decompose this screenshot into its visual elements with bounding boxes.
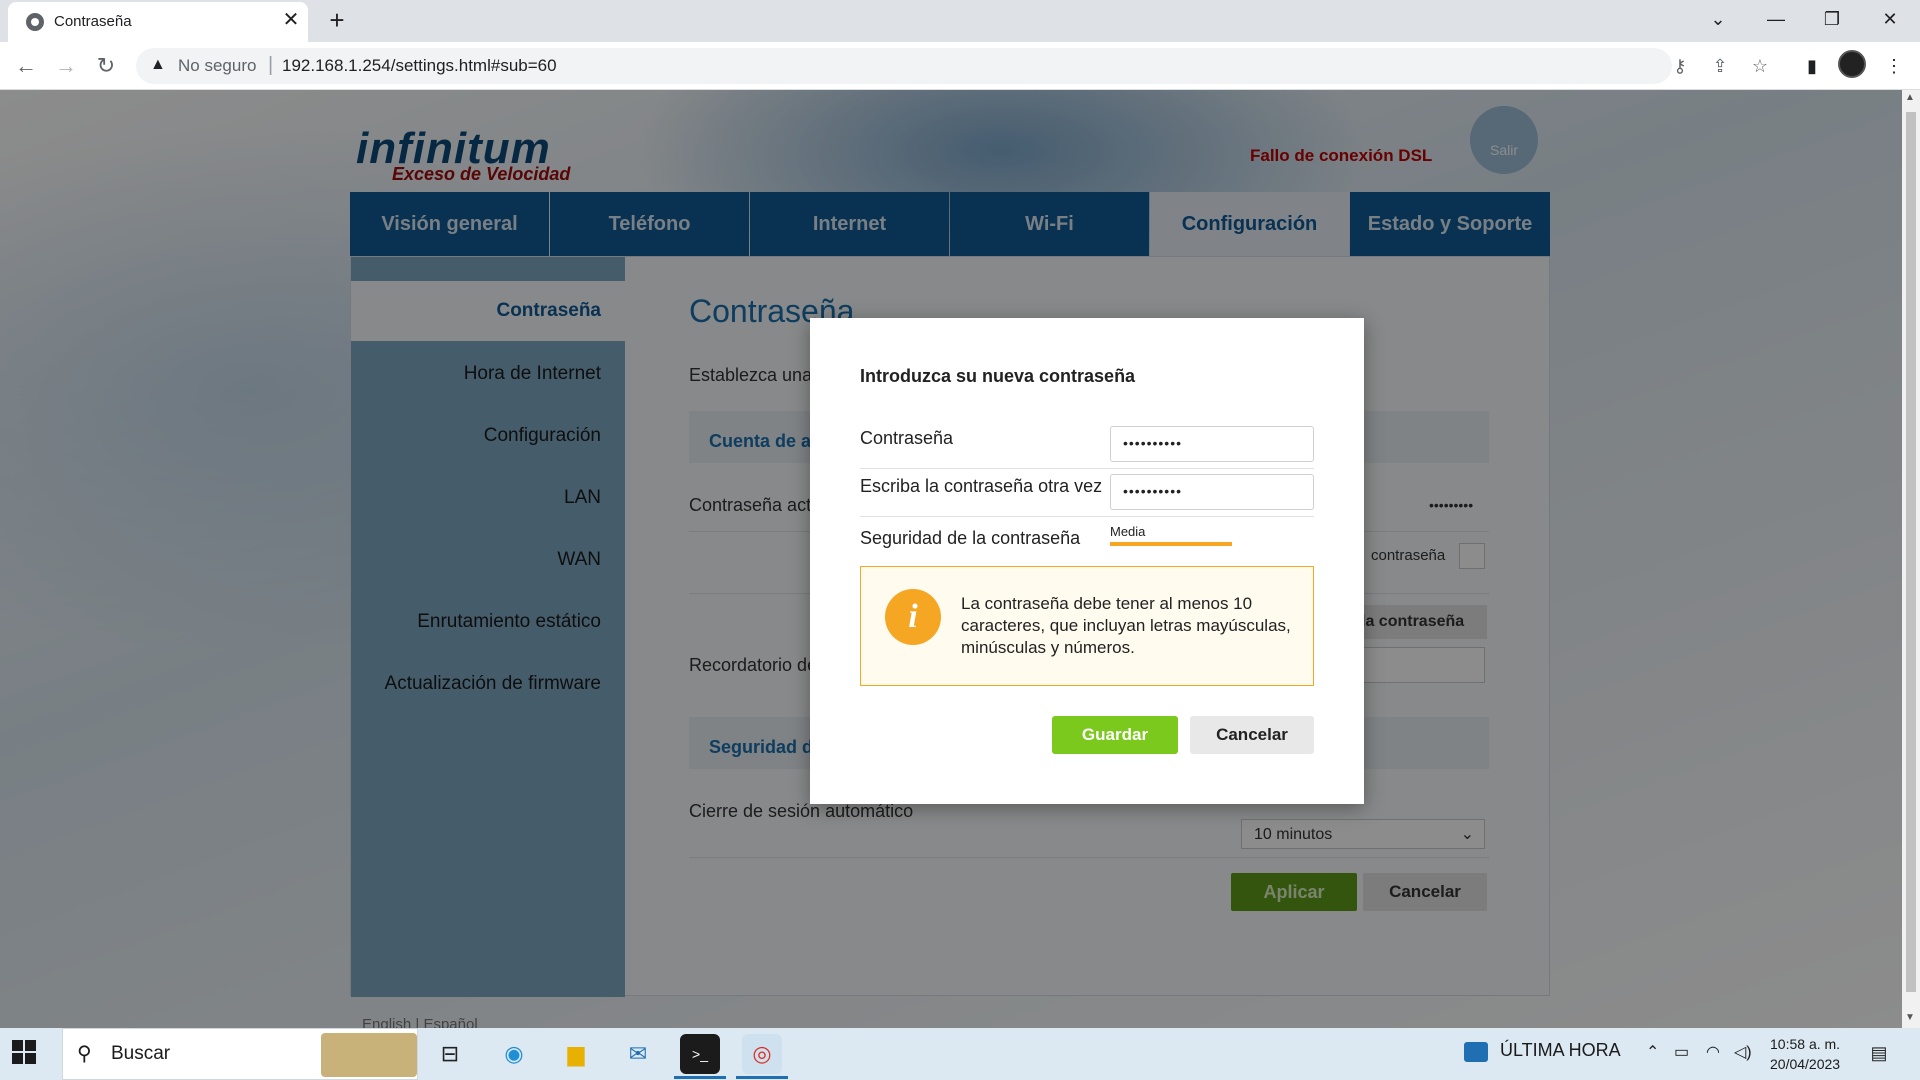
wifi-icon[interactable]: ◠ [1706,1042,1720,1062]
strength-label: Seguridad de la contraseña [860,528,1081,548]
edge-icon[interactable]: ◉ [494,1034,534,1074]
scroll-down-icon[interactable]: ▼ [1905,1012,1915,1023]
info-icon: i [885,589,941,645]
share-icon[interactable]: ⇪ [1708,54,1732,78]
windows-start-icon[interactable] [12,1040,36,1064]
restore-button[interactable]: ❐ [1812,4,1852,34]
password-input[interactable]: •••••••••• [1110,426,1314,462]
dialog-cancel-button[interactable]: Cancelar [1190,716,1314,754]
divider [860,516,1314,517]
globe-icon [26,13,44,31]
tab-title: Contraseña [54,13,132,30]
reload-icon[interactable]: ↻ [90,50,122,82]
task-view-icon[interactable]: ⊟ [430,1034,470,1074]
tab-search-chevron-icon[interactable]: ⌄ [1698,4,1738,34]
file-explorer-icon[interactable]: ▆ [556,1034,596,1074]
clock-time: 10:58 a. m. [1770,1036,1841,1052]
new-password-dialog: Introduzca su nueva contraseña Contraseñ… [810,318,1364,804]
profile-avatar[interactable] [1838,50,1866,78]
key-icon[interactable]: ⚷ [1668,54,1692,78]
scrollbar-thumb[interactable] [1906,112,1916,992]
news-icon[interactable] [1464,1042,1488,1062]
mail-icon[interactable]: ✉ [618,1034,658,1074]
notifications-icon[interactable]: ▤ [1866,1040,1892,1066]
password-rules-text: La contraseña debe tener al menos 10 car… [961,594,1291,657]
search-label: Buscar [111,1043,171,1064]
browser-tab[interactable]: Contraseña ✕ [8,2,308,42]
tab-close-button[interactable]: ✕ [280,9,302,31]
divider [860,468,1314,469]
minimize-button[interactable]: — [1756,4,1796,34]
battery-icon[interactable]: ▭ [1674,1042,1689,1062]
close-window-button[interactable]: ✕ [1870,4,1910,34]
dialog-title: Introduzca su nueva contraseña [860,366,1136,386]
terminal-active-indicator [674,1076,726,1079]
security-label[interactable]: No seguro [178,56,256,76]
taskbar-search[interactable]: ⚲ Buscar [62,1028,418,1080]
scroll-up-icon[interactable]: ▲ [1905,92,1915,103]
password-label: Contraseña [860,428,954,448]
volume-icon[interactable]: ◁) [1734,1042,1752,1062]
save-button[interactable]: Guardar [1052,716,1178,754]
warning-icon: ▲ [150,56,166,73]
address-bar: ← → ↻ ▲ No seguro | 192.168.1.254/settin… [0,42,1920,90]
bookmark-star-icon[interactable]: ☆ [1748,54,1772,78]
back-icon[interactable]: ← [10,50,42,82]
side-panel-icon[interactable]: ▮ [1796,50,1828,82]
browser-tab-bar: Contraseña ✕ + ⌄ — ❐ ✕ [0,0,1920,42]
new-tab-button[interactable]: + [322,6,352,36]
page-viewport: infinitum Exceso de Velocidad Fallo de c… [0,90,1902,1028]
password-rules-notice: i La contraseña debe tener al menos 10 c… [860,566,1314,686]
strength-value: Media [1110,524,1146,539]
clock[interactable]: 10:58 a. m. 20/04/2023 [1770,1034,1840,1074]
search-icon: ⚲ [77,1043,92,1065]
chrome-active-indicator [736,1076,788,1079]
search-highlight-image [321,1033,417,1077]
omnibox-divider: | [268,54,274,76]
tray-overflow-icon[interactable]: ⌃ [1646,1042,1659,1062]
menu-kebab-icon[interactable]: ⋮ [1878,50,1910,82]
clock-date: 20/04/2023 [1770,1056,1841,1072]
strength-bar [1110,542,1232,546]
taskbar: ⚲ Buscar ⊟ ◉ ▆ ✉ >_ ◎ ÚLTIMA HORA ⌃ ▭ ◠ … [0,1028,1920,1080]
confirm-password-label: Escriba la contraseña otra vez [860,476,1103,496]
chrome-icon[interactable]: ◎ [742,1034,782,1074]
confirm-password-input[interactable]: •••••••••• [1110,474,1314,510]
omnibox[interactable]: ▲ No seguro | 192.168.1.254/settings.htm… [136,48,1768,84]
url-text[interactable]: 192.168.1.254/settings.html#sub=60 [282,56,557,76]
news-label[interactable]: ÚLTIMA HORA [1500,1040,1621,1061]
vertical-scrollbar[interactable]: ▲ ▼ [1902,90,1920,1028]
forward-icon[interactable]: → [50,50,82,82]
terminal-icon[interactable]: >_ [680,1034,720,1074]
